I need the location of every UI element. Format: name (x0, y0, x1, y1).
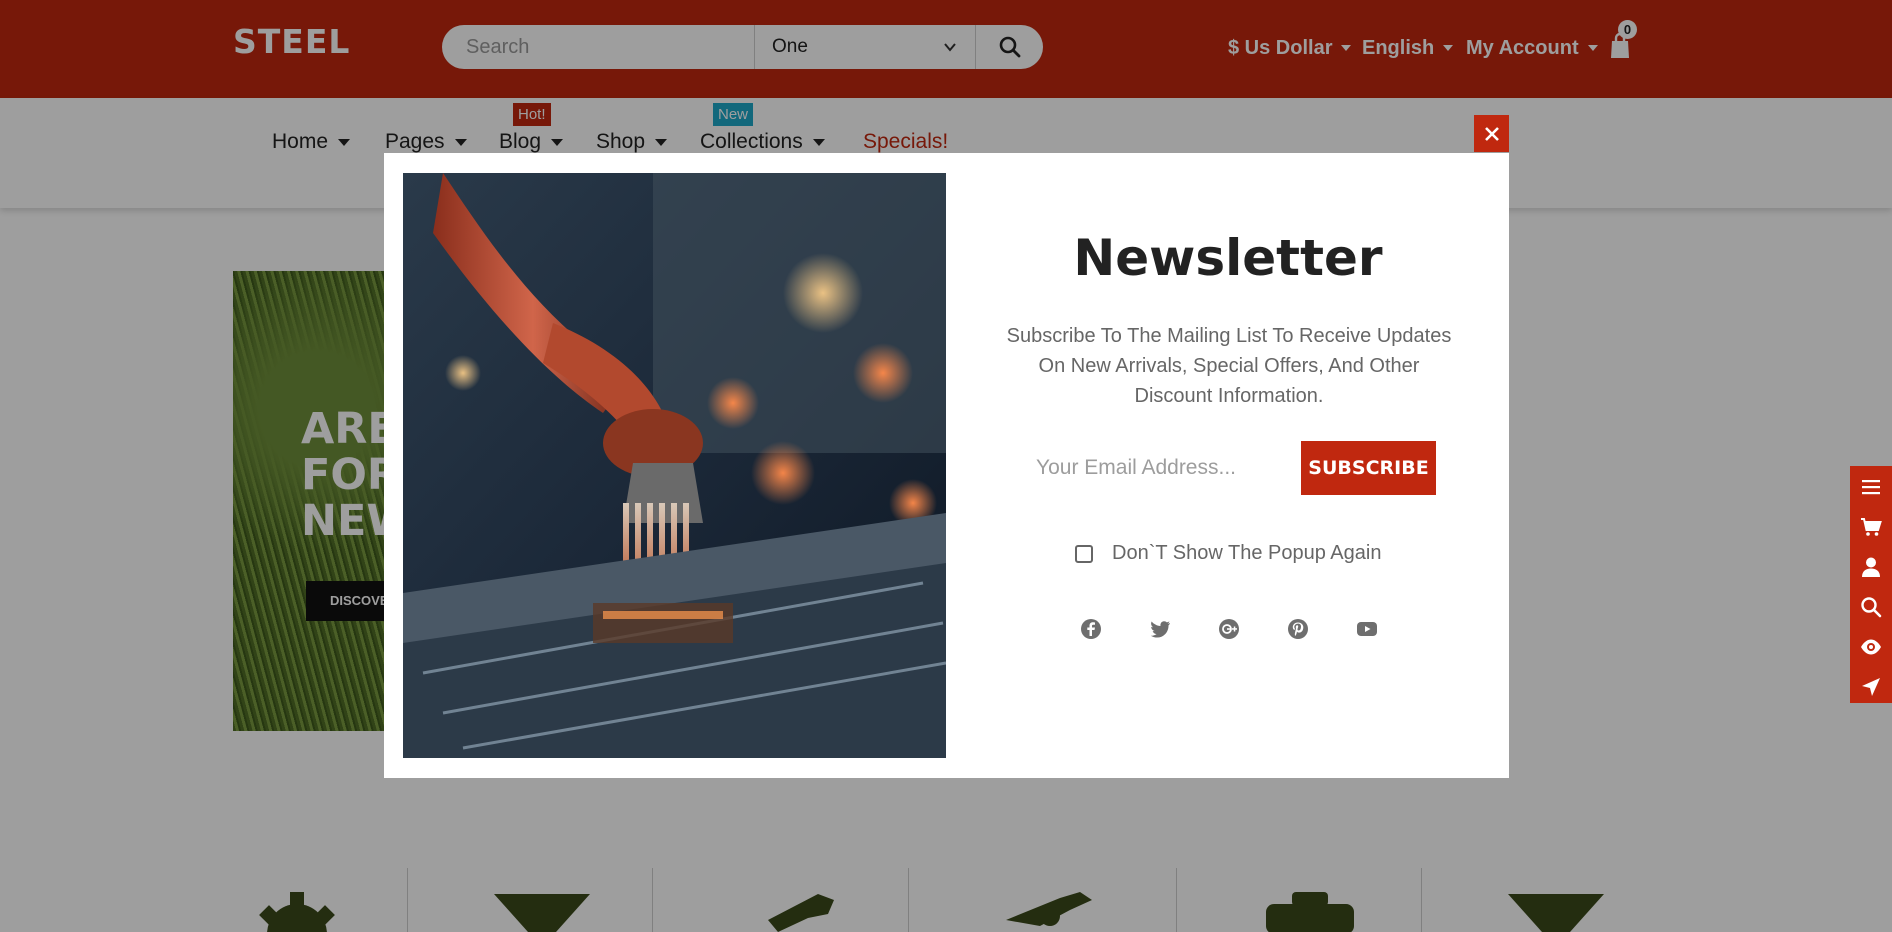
dont-show-label: Don`T Show The Popup Again (1112, 542, 1382, 564)
newsletter-popup: Newsletter Subscribe To The Mailing List… (384, 153, 1509, 778)
google-plus-icon[interactable] (1218, 618, 1240, 640)
dont-show-checkbox[interactable] (1075, 544, 1093, 563)
robot-arm-image (403, 173, 946, 758)
facebook-icon[interactable] (1080, 618, 1102, 640)
factory-robot-illustration (403, 173, 946, 758)
menu-icon[interactable] (1860, 476, 1882, 498)
subscribe-button[interactable]: SUBSCRIBE (1301, 441, 1436, 495)
pinterest-icon[interactable] (1287, 618, 1309, 640)
cart-icon[interactable] (1860, 516, 1882, 538)
sticky-toolbar (1850, 466, 1892, 703)
email-field[interactable] (1036, 441, 1280, 495)
dont-show-again-option[interactable]: Don`T Show The Popup Again (1075, 542, 1381, 565)
search-icon[interactable] (1860, 596, 1882, 618)
popup-description: Subscribe To The Mailing List To Receive… (1006, 325, 1452, 407)
twitter-icon[interactable] (1149, 618, 1171, 640)
youtube-icon[interactable] (1356, 618, 1378, 640)
eye-icon[interactable] (1860, 636, 1882, 658)
user-icon[interactable] (1860, 556, 1882, 578)
popup-title: Newsletter (1073, 229, 1383, 287)
close-icon (1484, 126, 1499, 141)
popup-close-button[interactable] (1474, 115, 1509, 152)
location-arrow-icon[interactable] (1860, 676, 1882, 698)
